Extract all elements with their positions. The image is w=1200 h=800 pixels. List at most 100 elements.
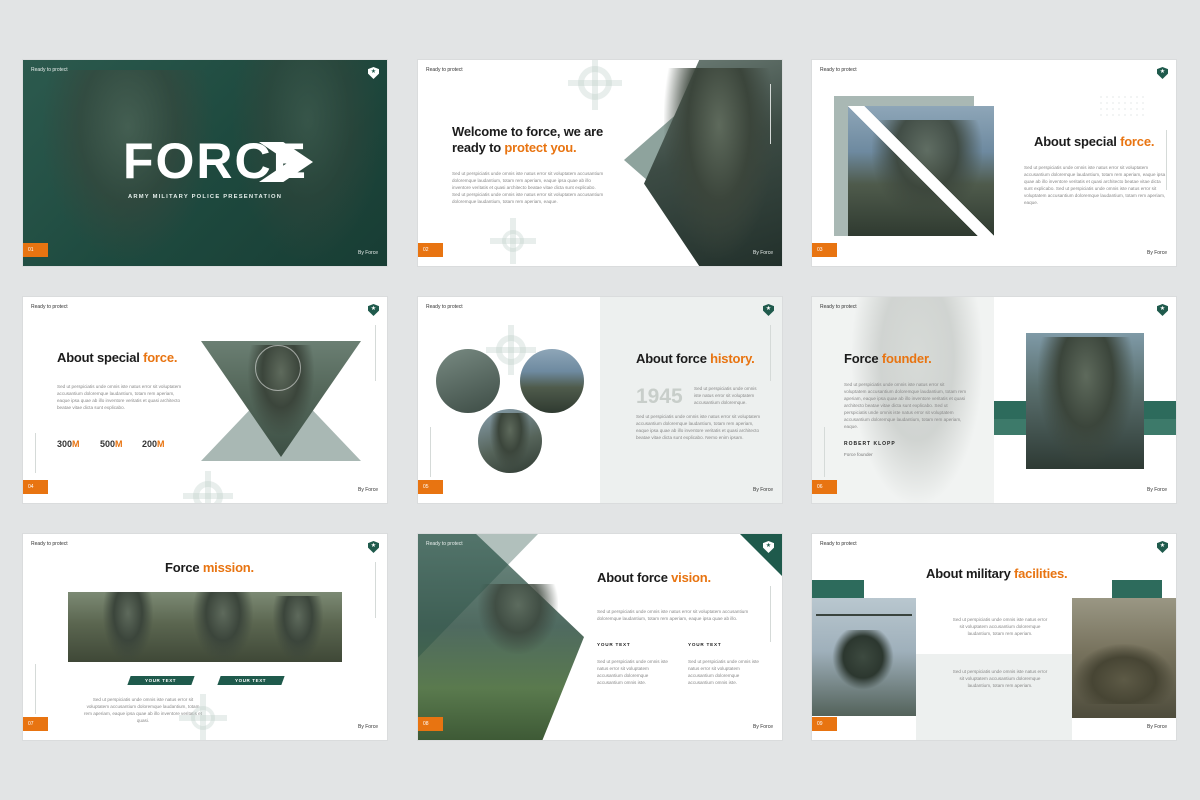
slide-05[interactable]: Ready to protect About force history. 19…: [418, 297, 782, 503]
body-text-top: Sed ut perspiciatis unde omnis iste natu…: [694, 386, 757, 405]
stat-3-value: 200: [142, 439, 158, 449]
divider-line: [770, 325, 771, 381]
slide-title: About special force.: [1034, 134, 1154, 149]
dot-pattern: [1098, 94, 1144, 116]
slide-number: 06: [812, 480, 837, 494]
ready-to-protect-label: Ready to protect: [31, 67, 68, 73]
founder-figure: [1038, 337, 1134, 467]
title-a: Force: [844, 351, 882, 366]
title-highlight: force.: [143, 350, 178, 365]
slide-title: Welcome to force, we are ready to protec…: [452, 124, 603, 156]
body-text: Sed ut perspiciatis unde omnis iste natu…: [1024, 165, 1166, 205]
title-a: About force: [597, 570, 672, 585]
slide-title: About force history.: [636, 351, 755, 366]
slide-title: About military facilities.: [926, 566, 1068, 581]
divider-line: [375, 325, 376, 381]
soldier-figure-3: [273, 596, 323, 662]
founder-name: ROBERT KLOPP: [844, 441, 896, 447]
slide-07[interactable]: Ready to protect Force mission. YOUR TEX…: [23, 534, 387, 740]
stat-3-unit: M: [157, 439, 165, 449]
history-soldier-figure: [490, 413, 530, 469]
title-a: About special: [57, 350, 144, 365]
soldier-figure-1: [103, 592, 153, 662]
body-text-top: Sed ut perspiciatis unde omnis iste natu…: [952, 617, 1048, 636]
body-text-bottom: Sed ut perspiciatis unde omnis iste natu…: [952, 669, 1048, 688]
ready-to-protect-label: Ready to protect: [31, 304, 68, 310]
slide-title: Force founder.: [844, 351, 932, 366]
column-2-body: Sed ut perspiciatis unde omnis iste natu…: [688, 659, 759, 685]
shield-icon: [368, 304, 379, 316]
slide-number: 09: [812, 717, 837, 731]
slide-number: 08: [418, 717, 443, 731]
stat-3: 200M: [142, 439, 165, 449]
green-block-right: [1112, 580, 1162, 598]
slide-number: 04: [23, 480, 48, 494]
stat-1-unit: M: [72, 439, 80, 449]
founder-role: Force founder: [844, 452, 873, 457]
title-highlight: force.: [1120, 134, 1155, 149]
stat-1-value: 300: [57, 439, 73, 449]
title-highlight: history.: [710, 351, 755, 366]
slide-01[interactable]: Ready to protect FORCE ARMY MILITARY POL…: [23, 60, 387, 266]
crosshair-icon: [179, 694, 227, 740]
slide-06[interactable]: Ready to protect Force founder. Sed ut p…: [812, 297, 1176, 503]
title-a: About military: [926, 566, 1015, 581]
title-highlight: vision.: [671, 570, 711, 585]
your-text-tag-2-label: YOUR TEXT: [235, 678, 267, 683]
ready-to-protect-label: Ready to protect: [426, 304, 463, 310]
slide-title: About special force.: [57, 350, 177, 365]
slide-03[interactable]: Ready to protect About special force. Se…: [812, 60, 1176, 266]
soldier-figure: [664, 68, 774, 258]
divider-line: [770, 586, 771, 642]
divider-line-left: [35, 433, 36, 473]
body-text: Sed ut perspiciatis unde omnis iste natu…: [57, 384, 182, 410]
stat-2-unit: M: [115, 439, 123, 449]
crosshair-icon: [183, 471, 233, 503]
by-force-label: By Force: [357, 250, 378, 256]
by-force-label: By Force: [357, 487, 378, 493]
slide-title: Force mission.: [165, 560, 254, 575]
crosshair-icon: [486, 325, 536, 375]
slide-08[interactable]: Ready to protect About force vision. Sed…: [418, 534, 782, 740]
ready-to-protect-label: Ready to protect: [820, 67, 857, 73]
slide-title: About force vision.: [597, 570, 711, 585]
helicopter-rotor: [816, 614, 912, 616]
title-line-1: Welcome to force, we are: [452, 124, 604, 139]
soldiers-on-tanks-figure: [478, 584, 558, 654]
divider-line: [375, 562, 376, 618]
center-panel: [916, 654, 1072, 740]
divider-line-left: [430, 427, 431, 477]
shield-icon: [368, 541, 379, 553]
ready-to-protect-label: Ready to protect: [820, 304, 857, 310]
slide-number: 05: [418, 480, 443, 494]
by-force-label: By Force: [752, 250, 773, 256]
title-a: About force: [636, 351, 711, 366]
ready-to-protect-label: Ready to protect: [820, 541, 857, 547]
by-force-label: By Force: [752, 487, 773, 493]
title-a: Force: [165, 560, 203, 575]
slide-number: 03: [812, 243, 837, 257]
body-text: Sed ut perspiciatis unde omnis iste natu…: [597, 609, 749, 621]
slide-number: 02: [418, 243, 443, 257]
ready-to-protect-label: Ready to protect: [426, 67, 463, 73]
corner-triangle: [740, 534, 782, 576]
divider-line-left: [824, 427, 825, 477]
title-highlight: mission.: [202, 560, 254, 575]
diagonal-stripe: [848, 106, 994, 236]
slide-04[interactable]: Ready to protect About special force. Se…: [23, 297, 387, 503]
slide-number: 01: [23, 243, 48, 257]
divider-line: [770, 84, 771, 144]
your-text-tag-2: YOUR TEXT: [217, 676, 285, 685]
presentation-subtitle: ARMY MILITARY POLICE PRESENTATION: [128, 194, 283, 200]
slide-number: 07: [23, 717, 48, 731]
history-photo-2: [520, 349, 584, 413]
slide-02[interactable]: Ready to protect Welcome to force, we ar…: [418, 60, 782, 266]
tank-figure: [1074, 644, 1174, 704]
stat-1: 300M: [57, 439, 80, 449]
your-text-tag-1-label: YOUR TEXT: [145, 678, 177, 683]
title-line-2: ready to protect you.: [452, 140, 603, 156]
title-line-2-highlight: protect you.: [504, 140, 577, 155]
history-year: 1945: [636, 385, 683, 408]
title-highlight: facilities.: [1014, 566, 1068, 581]
slide-09[interactable]: Ready to protect About military faciliti…: [812, 534, 1176, 740]
